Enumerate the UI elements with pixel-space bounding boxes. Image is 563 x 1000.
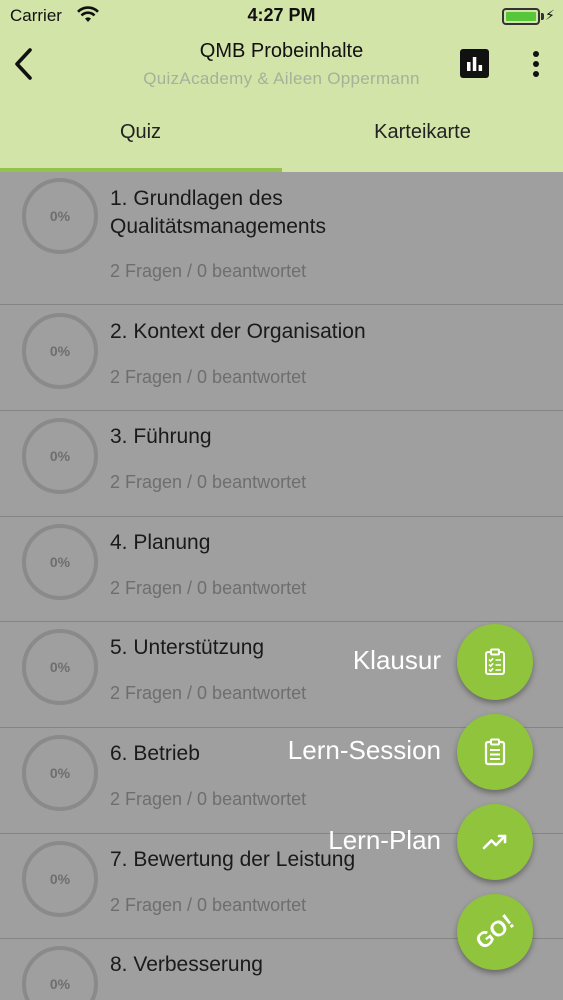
battery-tip [541,13,544,20]
chapter-stats: 2 Fragen / 0 beantwortet [110,472,307,492]
more-vertical-icon [533,51,539,77]
progress-ring: 0% [22,946,98,1000]
status-bar: Carrier 4:27 PM ⚡ [0,0,563,32]
charging-icon: ⚡ [545,7,555,23]
progress-ring: 0% [22,418,98,494]
klausur-button[interactable] [457,624,533,700]
lern-session-label[interactable]: Lern-Session [288,735,441,766]
chapter-title: 8. Verbesserung [110,953,263,976]
lern-plan-label[interactable]: Lern-Plan [328,825,441,856]
tab-quiz[interactable]: Quiz [0,102,281,172]
chapter-title: 4. Planung [110,531,211,554]
progress-ring: 0% [22,735,98,811]
progress-ring: 0% [22,178,98,254]
clipboard-icon [484,738,506,766]
chapter-row[interactable]: 0% 2. Kontext der Organisation 2 Fragen … [0,305,563,411]
tab-karteikarte[interactable]: Karteikarte [282,102,563,172]
progress-label: 0% [49,343,71,359]
progress-ring: 0% [22,313,98,389]
battery-icon [502,8,540,25]
progress-label: 0% [49,765,71,781]
more-options-button[interactable] [525,49,547,79]
progress-label: 0% [49,871,71,887]
chapter-row[interactable]: 0% 1. Grundlagen des Qualitätsmanagement… [0,172,563,305]
bar-chart-icon [467,57,483,71]
progress-label: 0% [49,976,71,992]
chapter-row[interactable]: 0% 3. Führung 2 Fragen / 0 beantwortet [0,411,563,517]
chapter-stats: 2 Fragen / 0 beantwortet [110,367,307,387]
chapter-title: 1. Grundlagen des Qualitätsmanagements [110,187,326,238]
back-button[interactable] [10,46,40,82]
chapter-row[interactable]: 0% 4. Planung 2 Fragen / 0 beantwortet [0,517,563,622]
klausur-label[interactable]: Klausur [353,645,441,676]
progress-label: 0% [49,659,71,675]
chapter-title: 3. Führung [110,425,212,448]
progress-label: 0% [49,554,71,570]
progress-ring: 0% [22,629,98,705]
page-title: QMB Probeinhalte [199,40,364,62]
progress-ring: 0% [22,524,98,600]
progress-label: 0% [49,208,71,224]
lern-session-button[interactable] [457,714,533,790]
chapter-stats: 2 Fragen / 0 beantwortet [110,578,307,598]
chapter-stats: 2 Fragen / 0 beantwortet [110,261,307,281]
clipboard-checklist-icon [485,648,505,675]
chapter-stats: 2 Fragen / 0 beantwortet [110,683,307,703]
lern-plan-button[interactable] [457,804,533,880]
tab-bar: Quiz Karteikarte [0,102,563,172]
progress-ring: 0% [22,841,98,917]
nav-bar: QMB Probeinhalte QuizAcademy & Aileen Op… [0,32,563,102]
page-subtitle: QuizAcademy & Aileen Oppermann [143,69,420,88]
clock: 4:27 PM [247,5,316,25]
chapter-title: 2. Kontext der Organisation [110,320,366,343]
chapter-stats: 2 Fragen / 0 beantwortet [110,789,307,809]
progress-label: 0% [49,448,71,464]
statistics-button[interactable] [460,49,489,78]
chapter-stats: 2 Fragen / 0 beantwortet [110,895,307,915]
go-button[interactable]: GO! [457,894,533,970]
trending-up-icon [482,834,507,850]
chevron-left-icon [15,48,32,80]
